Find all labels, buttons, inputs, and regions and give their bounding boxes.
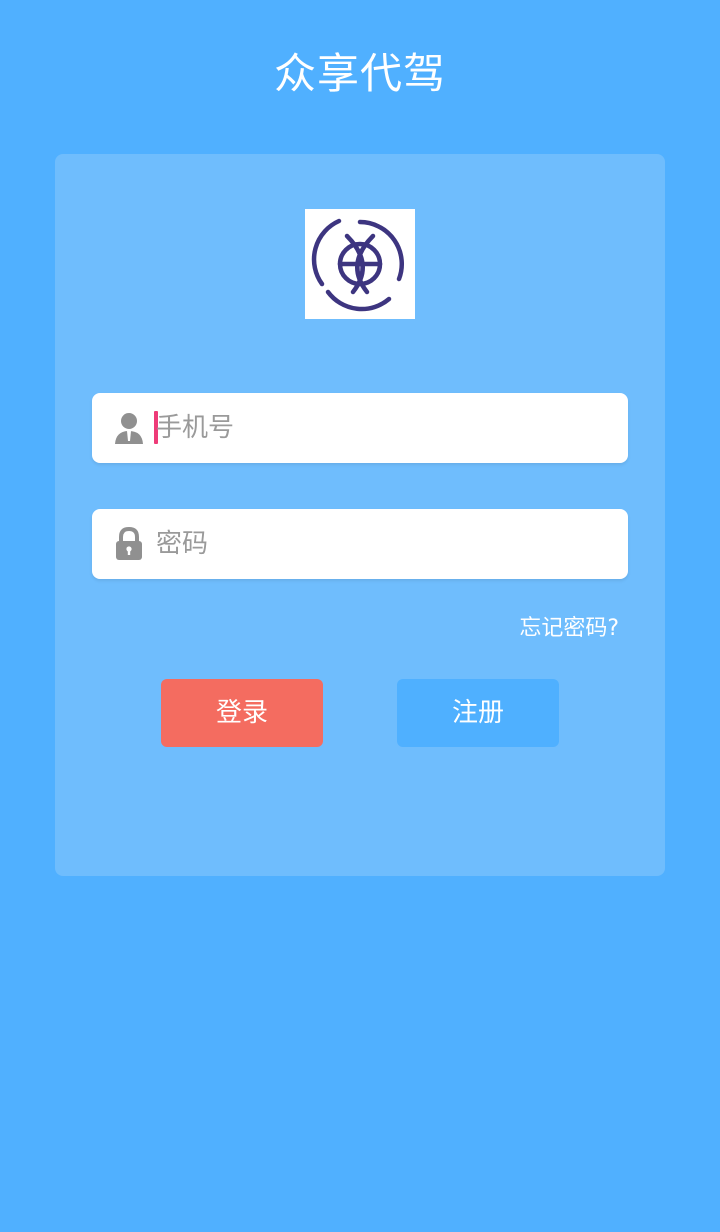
app-title: 众享代驾 bbox=[273, 49, 446, 98]
phone-input-row[interactable] bbox=[92, 393, 628, 463]
lock-icon bbox=[112, 526, 146, 561]
login-button[interactable]: 登录 bbox=[161, 679, 323, 747]
steering-wheel-logo bbox=[305, 209, 415, 319]
user-icon bbox=[112, 411, 146, 445]
password-input[interactable] bbox=[156, 509, 606, 579]
register-button[interactable]: 注册 bbox=[397, 679, 559, 747]
password-input-row[interactable] bbox=[92, 509, 628, 579]
forgot-password-link[interactable]: 忘记密码? bbox=[519, 614, 619, 644]
phone-input[interactable] bbox=[156, 393, 606, 463]
login-card: 忘记密码? 登录 注册 bbox=[55, 154, 665, 876]
